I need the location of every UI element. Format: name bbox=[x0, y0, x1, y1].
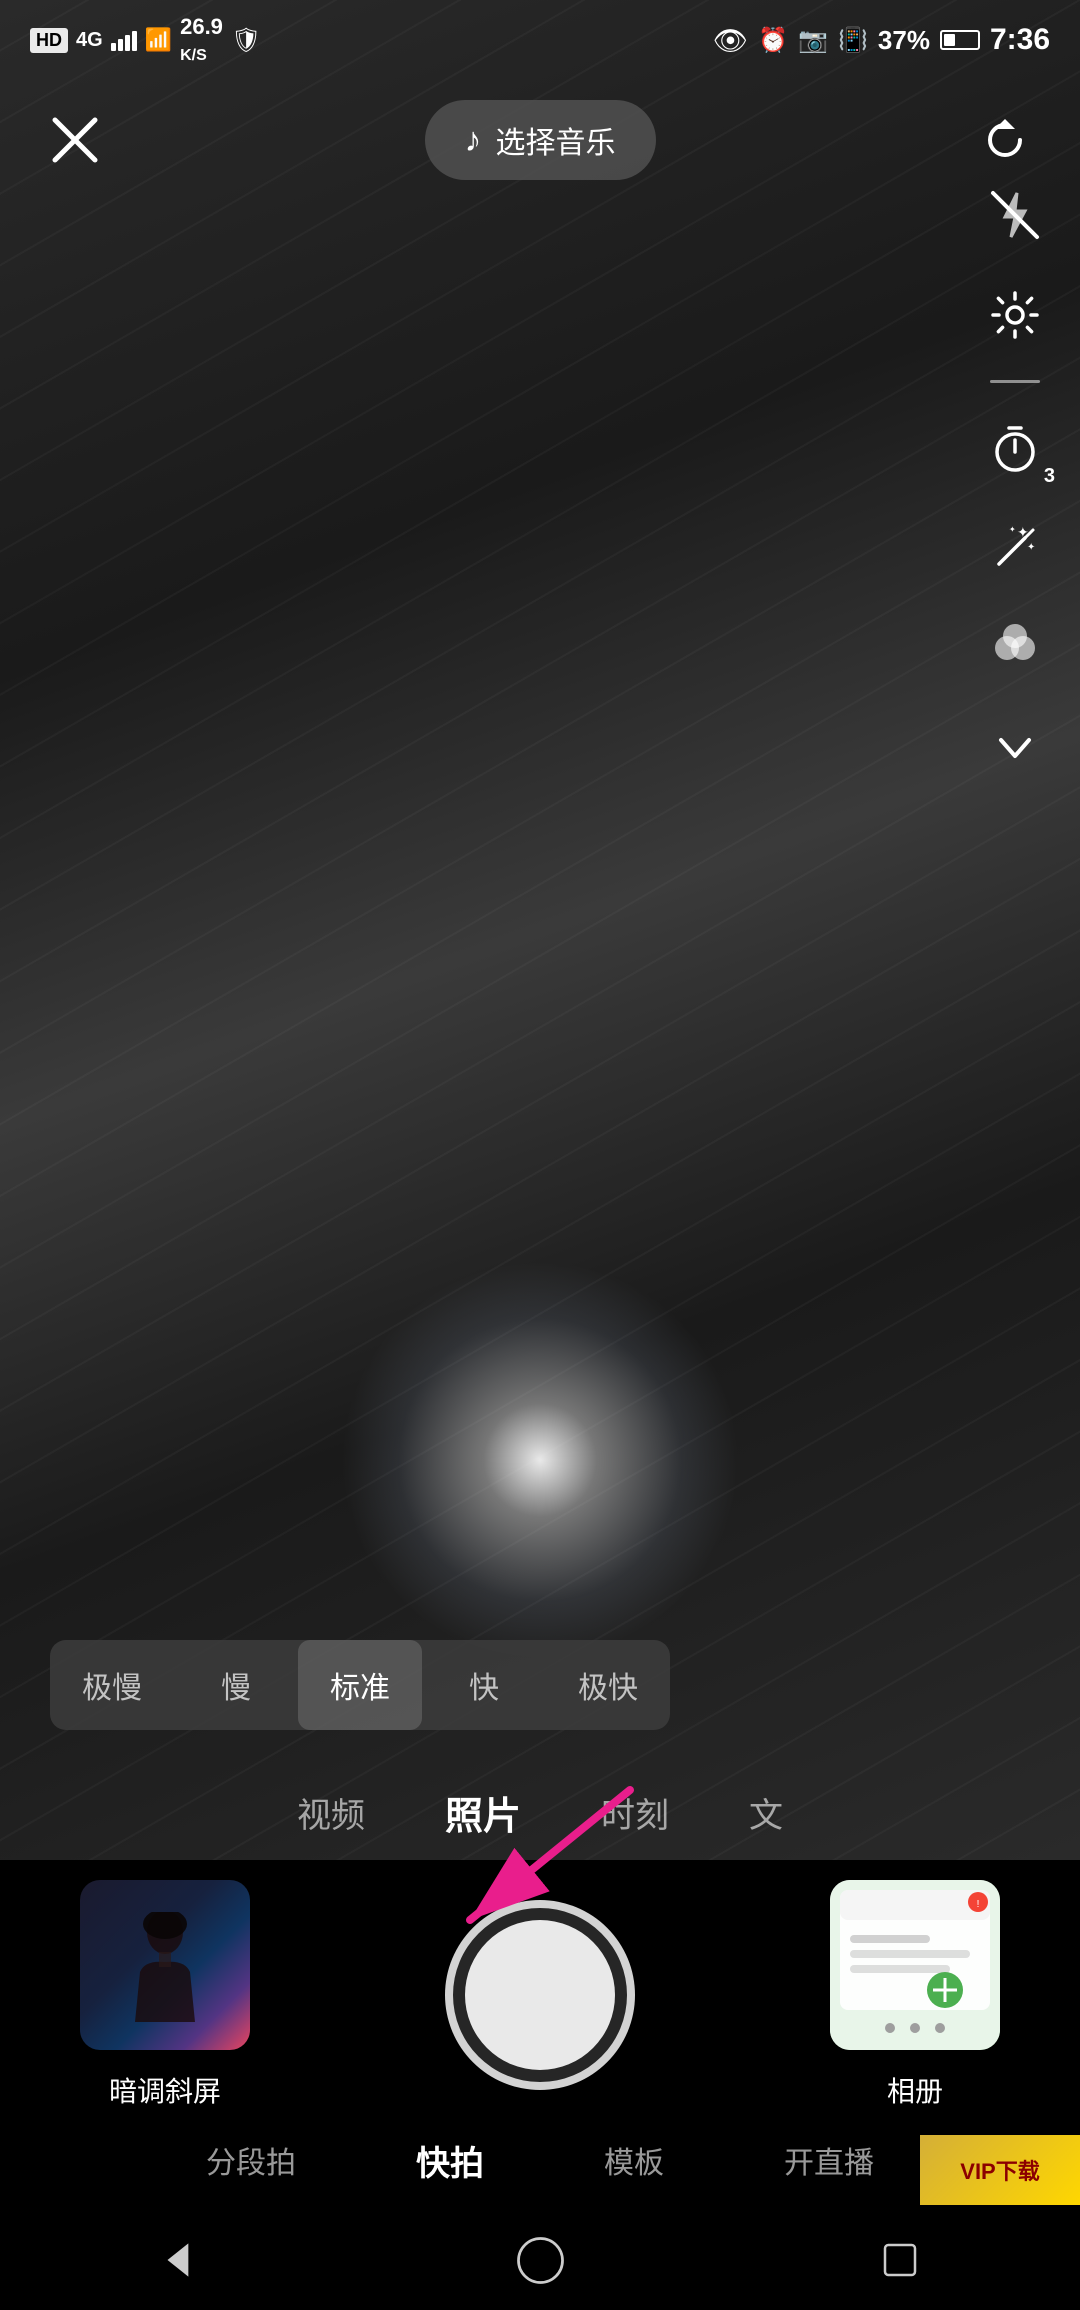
person-silhouette bbox=[115, 1912, 215, 2042]
shutter-button[interactable] bbox=[445, 1900, 635, 2090]
album-button[interactable]: ! bbox=[830, 1880, 1000, 2050]
timer-button[interactable]: 3 bbox=[980, 413, 1050, 483]
back-button[interactable] bbox=[140, 2220, 220, 2300]
signal-bars bbox=[111, 29, 137, 51]
filter-button[interactable] bbox=[980, 613, 1050, 683]
gallery-label: 暗调斜屏 bbox=[109, 2070, 221, 2110]
camera-icon: 📷 bbox=[798, 26, 828, 55]
top-toolbar: ♪ 选择音乐 bbox=[0, 80, 1080, 200]
right-toolbar: 3 ✦ ✦ ✦ bbox=[980, 180, 1050, 783]
settings-button[interactable] bbox=[980, 280, 1050, 350]
vibrate-icon: 📳 bbox=[838, 26, 868, 55]
svg-text:✦: ✦ bbox=[1009, 525, 1016, 534]
toolbar-divider bbox=[990, 380, 1040, 383]
signal-bar-2 bbox=[118, 39, 123, 51]
settings-icon bbox=[989, 289, 1041, 341]
album-label: 相册 bbox=[887, 2070, 943, 2110]
more-tools-button[interactable] bbox=[980, 713, 1050, 783]
battery-icon bbox=[940, 30, 980, 50]
recents-button[interactable] bbox=[860, 2220, 940, 2300]
album-thumb: ! bbox=[830, 1880, 1000, 2050]
status-bar: HD 4G 📶 26.9K/S 🛡 👁 ⏰ 📷 📳 37% 7:36 bbox=[0, 0, 1080, 80]
signal-bar-1 bbox=[111, 43, 116, 51]
signal-4g: 4G bbox=[76, 29, 103, 52]
security-icon: 🛡 bbox=[231, 26, 261, 55]
gallery-thumbnail[interactable] bbox=[80, 1880, 250, 2050]
speed-slow[interactable]: 慢 bbox=[174, 1640, 298, 1730]
flash-toggle-button[interactable] bbox=[980, 180, 1050, 250]
alarm-icon: ⏰ bbox=[758, 26, 788, 55]
close-button[interactable] bbox=[40, 105, 110, 175]
tab-segment-shoot[interactable]: 分段拍 bbox=[186, 2128, 316, 2192]
flash-off-icon bbox=[989, 189, 1041, 241]
svg-text:✦: ✦ bbox=[1027, 542, 1035, 553]
home-button[interactable] bbox=[500, 2220, 580, 2300]
timer-icon bbox=[989, 422, 1041, 474]
status-right: 👁 ⏰ 📷 📳 37% 7:36 bbox=[713, 23, 1050, 57]
back-icon bbox=[155, 2235, 205, 2285]
svg-text:✦: ✦ bbox=[1017, 524, 1029, 540]
tab-live-stream[interactable]: 开直播 bbox=[764, 2128, 894, 2192]
filter-icon bbox=[989, 622, 1041, 674]
album-wrapper: ! 相册 bbox=[830, 1880, 1000, 2110]
album-preview-icon: ! bbox=[830, 1880, 1000, 2050]
music-label: 选择音乐 bbox=[496, 118, 616, 162]
vip-watermark: VIP下载 bbox=[920, 2135, 1080, 2205]
music-note-icon: ♪ bbox=[465, 121, 482, 160]
gallery-thumb-inner bbox=[80, 1880, 250, 2050]
battery-percent: 37% bbox=[878, 25, 930, 56]
close-icon bbox=[50, 115, 100, 165]
vip-text: VIP下载 bbox=[960, 2154, 1039, 2186]
svg-text:!: ! bbox=[977, 1899, 980, 1910]
hd-badge: HD bbox=[30, 28, 68, 53]
bottom-tab-bar: 分段拍 快拍 模板 开直播 bbox=[0, 2110, 1080, 2210]
light-effect bbox=[340, 1260, 740, 1660]
speed-display: 26.9K/S bbox=[180, 14, 223, 66]
recents-icon bbox=[875, 2235, 925, 2285]
speed-very-slow[interactable]: 极慢 bbox=[50, 1640, 174, 1730]
mode-photo[interactable]: 照片 bbox=[435, 1775, 531, 1850]
refresh-icon bbox=[980, 115, 1030, 165]
mode-moment[interactable]: 时刻 bbox=[591, 1778, 679, 1847]
mode-text[interactable]: 文 bbox=[739, 1778, 793, 1847]
wifi-icon: 📶 bbox=[145, 27, 172, 53]
eye-icon: 👁 bbox=[713, 24, 749, 57]
flip-camera-button[interactable] bbox=[970, 105, 1040, 175]
status-left: HD 4G 📶 26.9K/S 🛡 bbox=[30, 14, 261, 66]
magic-wand-icon: ✦ ✦ ✦ bbox=[989, 522, 1041, 574]
signal-bar-3 bbox=[125, 35, 130, 51]
signal-bar-4 bbox=[132, 31, 137, 51]
chevron-down-icon bbox=[989, 722, 1041, 774]
beauty-button[interactable]: ✦ ✦ ✦ bbox=[980, 513, 1050, 583]
home-icon bbox=[513, 2233, 568, 2288]
camera-viewfinder bbox=[0, 0, 1080, 1860]
tab-quick-shoot[interactable]: 快拍 bbox=[396, 2126, 504, 2195]
gallery-wrapper: 暗调斜屏 bbox=[80, 1880, 250, 2110]
speed-very-fast[interactable]: 极快 bbox=[546, 1640, 670, 1730]
clock-display: 7:36 bbox=[990, 23, 1050, 57]
speed-selector: 极慢 慢 标准 快 极快 bbox=[50, 1640, 670, 1730]
tab-template[interactable]: 模板 bbox=[584, 2128, 684, 2192]
timer-badge-label: 3 bbox=[1044, 465, 1055, 488]
battery-fill bbox=[944, 34, 955, 46]
speed-normal[interactable]: 标准 bbox=[298, 1640, 422, 1730]
mode-video[interactable]: 视频 bbox=[287, 1778, 375, 1847]
music-selector-button[interactable]: ♪ 选择音乐 bbox=[425, 100, 656, 180]
capture-mode-selector: 视频 照片 时刻 文 bbox=[0, 1775, 1080, 1850]
shutter-inner bbox=[465, 1920, 615, 2070]
shutter-area: 暗调斜屏 bbox=[0, 1880, 1080, 2110]
speed-fast[interactable]: 快 bbox=[422, 1640, 546, 1730]
system-nav-bar bbox=[0, 2210, 1080, 2310]
